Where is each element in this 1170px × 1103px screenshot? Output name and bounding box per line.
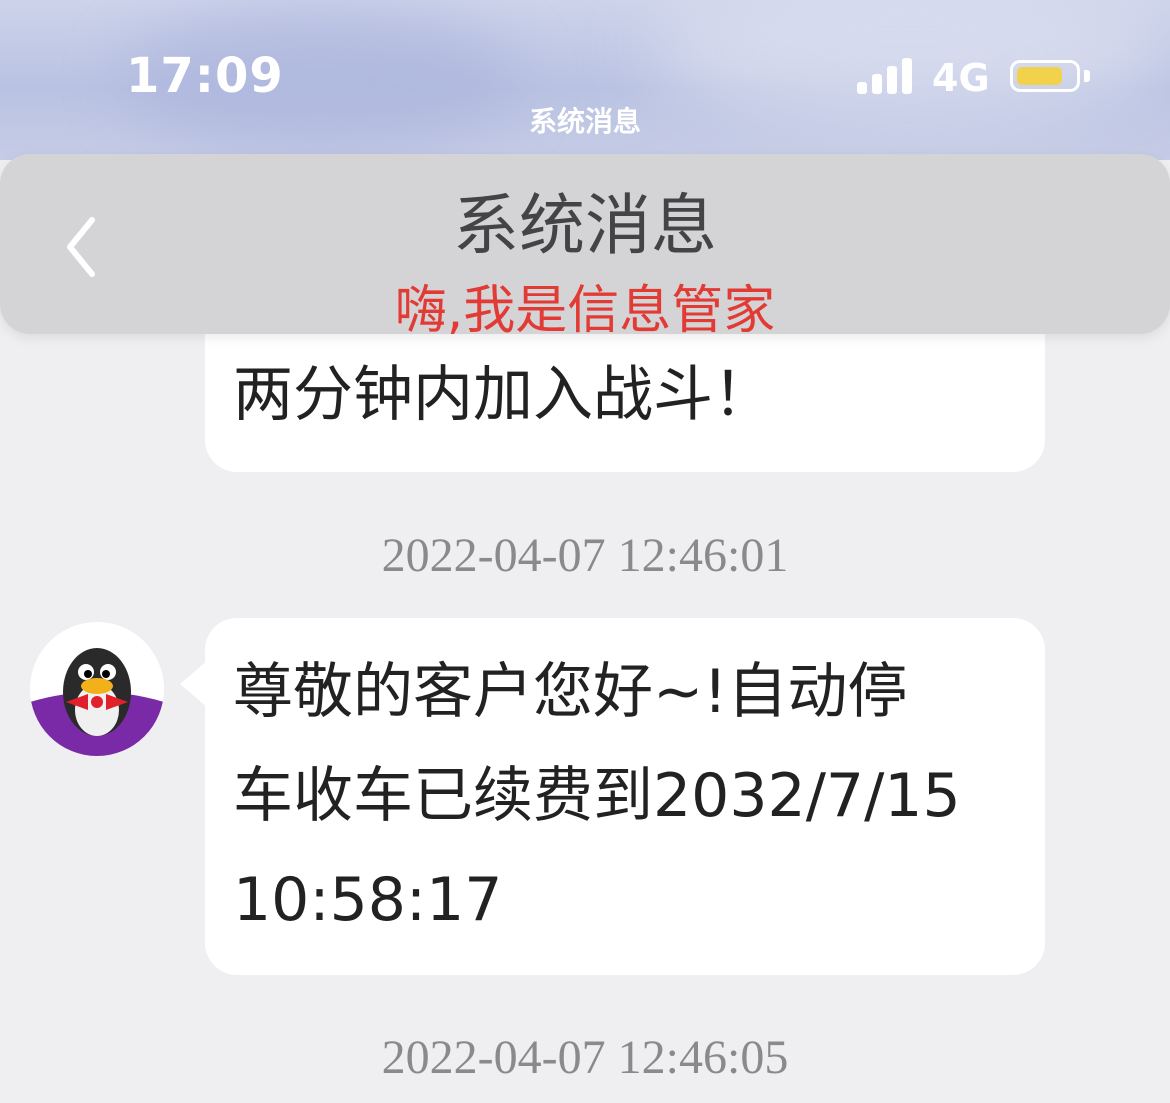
message-line: 10:58:17 (233, 865, 503, 935)
message-timestamp: 2022-04-07 12:46:01 (381, 529, 789, 582)
message-line: 尊敬的客户您好~!自动停 (233, 657, 908, 727)
page-subtitle: 嗨,我是信息管家 (394, 281, 776, 341)
network-type: 4G (932, 56, 990, 100)
penguin-avatar-icon[interactable] (30, 622, 164, 756)
status-time: 17:09 (126, 48, 284, 104)
status-app-caption: 系统消息 (528, 105, 641, 138)
page-title: 系统消息 (453, 187, 717, 264)
bubble-tail (180, 660, 208, 708)
battery-icon (1010, 60, 1080, 92)
cellular-signal-icon (857, 58, 917, 94)
message-timestamp: 2022-04-07 12:46:05 (381, 1031, 789, 1084)
message-text: 两分钟内加入战斗！ (233, 360, 773, 430)
message-line: 车收车已续费到2032/7/15 (233, 761, 961, 831)
battery-tip (1084, 70, 1090, 82)
